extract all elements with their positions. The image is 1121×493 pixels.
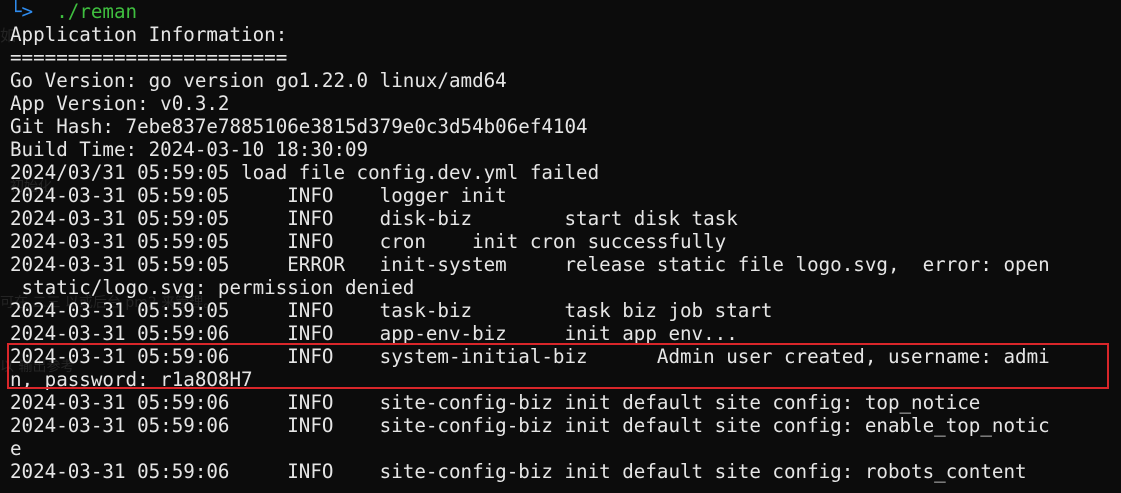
- log-line-continued: e: [10, 437, 22, 460]
- log-line: 2024-03-31 05:59:05 INFO cron init cron …: [10, 230, 727, 253]
- output-line-separator: ========================: [10, 46, 288, 69]
- prompt-line: └> ./reman: [10, 0, 137, 23]
- prompt-command: ./reman: [56, 0, 138, 23]
- output-line-go-version: Go Version: go version go1.22.0 linux/am…: [10, 69, 507, 92]
- terminal-window[interactable]: 如 初始化 可在 二三 以或后台 pm2 来管理。 以 输出参考 └> ./re…: [0, 0, 1121, 493]
- log-line: 2024-03-31 05:59:06 INFO site-config-biz…: [10, 414, 1050, 437]
- log-line: 2024-03-31 05:59:06 INFO site-config-biz…: [10, 460, 1027, 483]
- log-line-admin-created: 2024-03-31 05:59:06 INFO system-initial-…: [10, 345, 1050, 368]
- output-line-app-version: App Version: v0.3.2: [10, 92, 230, 115]
- log-line: 2024-03-31 05:59:05 INFO task-biz task b…: [10, 299, 773, 322]
- log-line-error: 2024-03-31 05:59:05 ERROR init-system re…: [10, 253, 1050, 276]
- log-line: 2024-03-31 05:59:05 INFO disk-biz start …: [10, 207, 738, 230]
- log-line: 2024-03-31 05:59:06 INFO app-env-biz ini…: [10, 322, 738, 345]
- log-line-error-continued: static/logo.svg: permission denied: [10, 276, 415, 299]
- output-line-build-time: Build Time: 2024-03-10 18:30:09: [10, 138, 369, 161]
- log-line: 2024-03-31 05:59:05 INFO logger init: [10, 184, 507, 207]
- log-line-admin-password: n, password: r1a8O8H7: [10, 368, 253, 391]
- log-line: 2024-03-31 05:59:06 INFO site-config-biz…: [10, 391, 981, 414]
- output-line-git-hash: Git Hash: 7ebe837e7885106e3815d379e0c3d5…: [10, 115, 588, 138]
- output-line-app-info-header: Application Information:: [10, 23, 288, 46]
- log-line: 2024/03/31 05:59:05 load file config.dev…: [10, 161, 600, 184]
- prompt-arrow-icon: └>: [10, 0, 34, 23]
